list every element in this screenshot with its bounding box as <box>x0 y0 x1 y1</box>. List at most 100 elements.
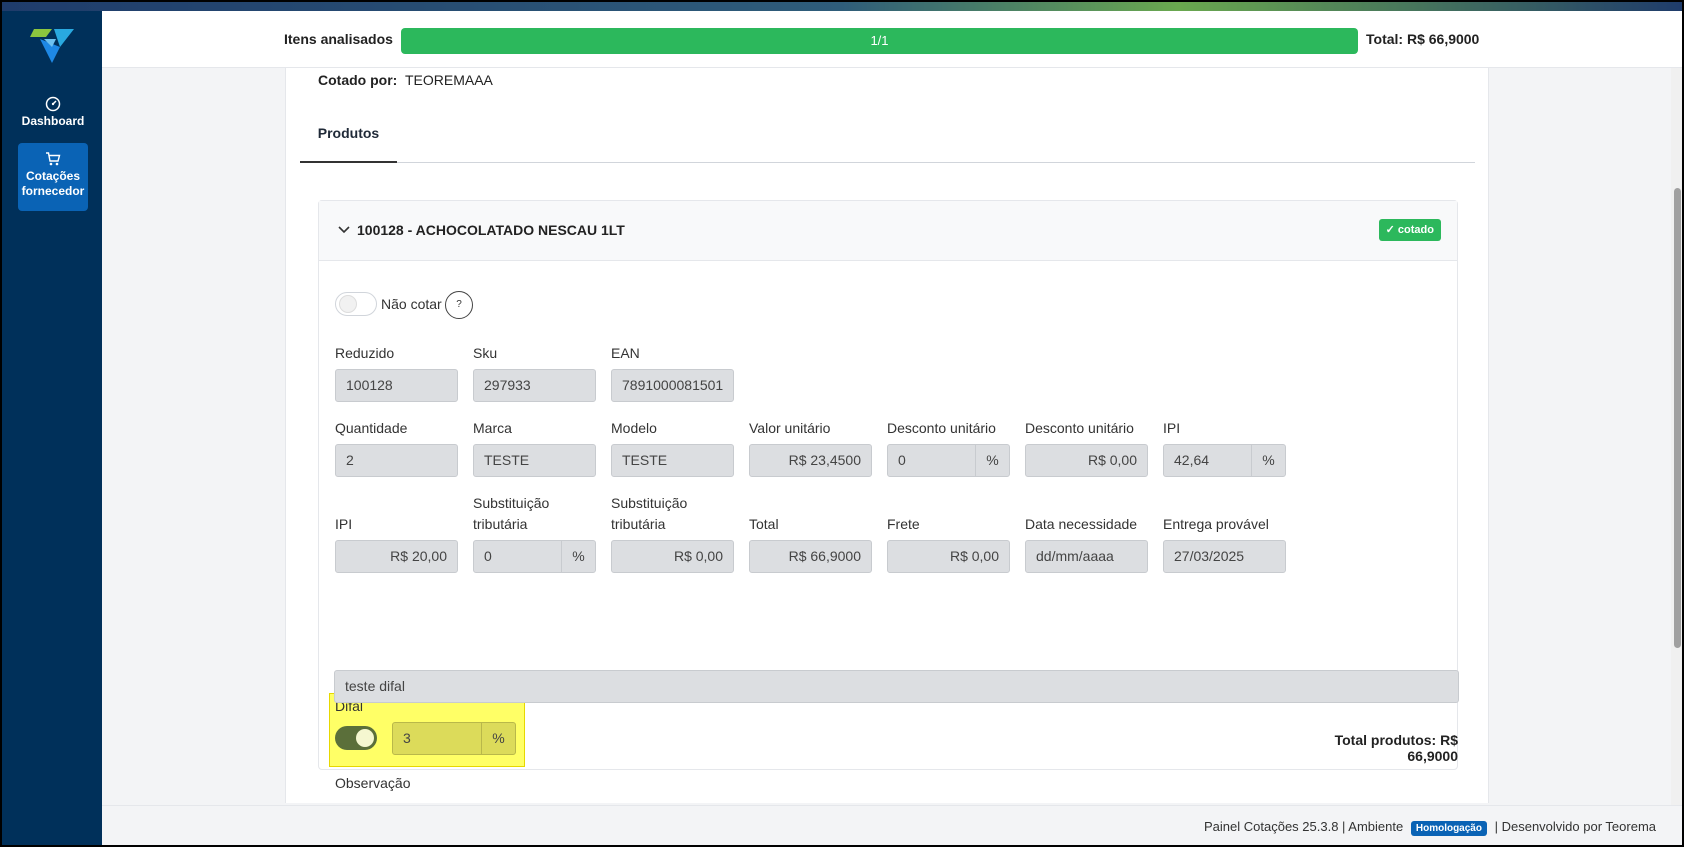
desconto-pct-field: 0 % <box>887 444 1010 477</box>
ipi-pct-value: 42,64 <box>1174 452 1210 468</box>
tabs-bar: Produtos <box>300 118 1475 163</box>
marca-field: TESTE <box>473 444 596 477</box>
header-total: Total: R$ 66,9000 <box>1366 31 1480 47</box>
difal-toggle[interactable] <box>335 726 377 750</box>
help-icon[interactable]: ? <box>445 291 473 319</box>
frete-value: R$ 0,00 <box>949 548 999 564</box>
sidebar-item-dashboard[interactable]: Dashboard <box>18 96 88 136</box>
scrollbar-thumb[interactable] <box>1674 188 1681 648</box>
cart-icon <box>46 152 61 166</box>
percent-suffix: % <box>975 445 1009 476</box>
cotado-por: Cotado por: TEOREMAAA <box>318 72 493 88</box>
cotado-por-value: TEOREMAAA <box>404 72 493 88</box>
percent-suffix: % <box>481 723 515 754</box>
top-accent-strip <box>2 2 1682 11</box>
desconto-valor-label: Desconto unitário <box>1025 420 1134 436</box>
frete-label: Frete <box>887 516 920 532</box>
data-necessidade-field: dd/mm/aaaa <box>1025 540 1148 573</box>
data-necessidade-label: Data necessidade <box>1025 516 1138 532</box>
subst-valor-label-line2: tributária <box>611 516 666 532</box>
product-title: 100128 - ACHOCOLATADO NESCAU 1LT <box>357 222 625 238</box>
modelo-label: Modelo <box>611 420 657 436</box>
progress-bar: 1/1 <box>401 28 1358 54</box>
ipi-valor-value: R$ 20,00 <box>390 548 447 564</box>
sku-value: 297933 <box>484 377 531 393</box>
subst-pct-label-line1: Substituição <box>473 495 550 511</box>
developer-credit: | Desenvolvido por Teorema <box>1494 819 1656 834</box>
modelo-value: TESTE <box>622 452 668 468</box>
entrega-provavel-value: 27/03/2025 <box>1174 548 1245 564</box>
total-field: R$ 66,9000 <box>749 540 872 573</box>
percent-suffix: % <box>561 541 595 572</box>
tab-produtos[interactable]: Produtos <box>300 118 397 163</box>
reduzido-field: 100128 <box>335 369 458 402</box>
valor-unitario-value: R$ 23,4500 <box>788 452 861 468</box>
difal-value: 3 <box>403 730 411 746</box>
toggle-knob <box>339 295 357 313</box>
ipi-pct-field: 42,64 % <box>1163 444 1286 477</box>
reduzido-value: 100128 <box>346 377 393 393</box>
ean-field: 7891000081501 <box>611 369 734 402</box>
status-badge: ✓ cotado <box>1378 219 1441 241</box>
observacao-value: teste difal <box>345 678 405 694</box>
sidebar: Dashboard Cotações fornecedor <box>2 11 102 845</box>
sidebar-item-label: Dashboard <box>21 114 85 128</box>
quantidade-label: Quantidade <box>335 420 408 436</box>
desconto-valor-field: R$ 0,00 <box>1025 444 1148 477</box>
nao-cotar-label: Não cotar <box>381 296 442 312</box>
reduzido-label: Reduzido <box>335 345 395 361</box>
data-necessidade-value: dd/mm/aaaa <box>1036 548 1114 564</box>
app-version: Painel Cotações 25.3.8 | Ambiente <box>1204 819 1404 834</box>
footer-info: Painel Cotações 25.3.8 | Ambiente Homolo… <box>1204 819 1656 836</box>
ean-value: 7891000081501 <box>622 377 724 393</box>
toggle-knob <box>356 729 374 747</box>
app-window: Dashboard Cotações fornecedor Itens anal… <box>0 0 1684 847</box>
sku-label: Sku <box>473 345 498 361</box>
sku-field: 297933 <box>473 369 596 402</box>
subst-valor-label-line1: Substituição <box>611 495 688 511</box>
desconto-valor-value: R$ 0,00 <box>1087 452 1137 468</box>
subst-pct-field: 0 % <box>473 540 596 573</box>
vertical-scrollbar[interactable] <box>1671 68 1682 813</box>
product-card-header[interactable]: 100128 - ACHOCOLATADO NESCAU 1LT ✓ cotad… <box>319 201 1457 261</box>
total-value: R$ 66,9000 <box>788 548 861 564</box>
sidebar-item-label: Cotações fornecedor <box>21 169 85 198</box>
progress-label: Itens analisados <box>284 31 393 47</box>
footer: Painel Cotações 25.3.8 | Ambiente Homolo… <box>102 805 1682 845</box>
marca-value: TESTE <box>484 452 530 468</box>
teorema-logo <box>30 29 74 63</box>
subst-valor-value: R$ 0,00 <box>673 548 723 564</box>
difal-field[interactable]: 3 % <box>392 722 516 755</box>
subst-pct-label-line2: tributária <box>473 516 528 532</box>
ean-label: EAN <box>611 345 640 361</box>
ipi-valor-field: R$ 20,00 <box>335 540 458 573</box>
environment-badge: Homologação <box>1410 821 1487 836</box>
entrega-provavel-label: Entrega provável <box>1163 516 1269 532</box>
marca-label: Marca <box>473 420 512 436</box>
ipi-pct-label: IPI <box>1163 420 1181 436</box>
quantidade-field: 2 <box>335 444 458 477</box>
chevron-down-icon[interactable] <box>337 223 351 237</box>
progress-text: 1/1 <box>870 33 889 48</box>
observacao-label: Observação <box>335 775 411 791</box>
header-bar: Itens analisados 1/1 Total: R$ 66,9000 <box>102 11 1682 68</box>
total-label: Total <box>749 516 779 532</box>
valor-unitario-label: Valor unitário <box>749 420 831 436</box>
sidebar-item-cotacoes[interactable]: Cotações fornecedor <box>18 143 88 211</box>
ipi-valor-label: IPI <box>335 516 353 532</box>
desconto-pct-value: 0 <box>898 452 906 468</box>
observacao-field: teste difal <box>334 670 1459 703</box>
total-produtos: Total produtos: R$ 66,9000 <box>1334 732 1458 764</box>
percent-suffix: % <box>1251 445 1285 476</box>
nao-cotar-toggle[interactable] <box>335 292 377 316</box>
valor-unitario-field: R$ 23,4500 <box>749 444 872 477</box>
desconto-pct-label: Desconto unitário <box>887 420 996 436</box>
gauge-icon <box>45 96 61 112</box>
entrega-provavel-field: 27/03/2025 <box>1163 540 1286 573</box>
quantidade-value: 2 <box>346 452 354 468</box>
frete-field: R$ 0,00 <box>887 540 1010 573</box>
subst-pct-value: 0 <box>484 548 492 564</box>
subst-valor-field: R$ 0,00 <box>611 540 734 573</box>
main-content: Cotado por: TEOREMAAA Produtos 100128 - … <box>285 68 1489 803</box>
difal-highlight: Difal 3 % <box>329 693 525 767</box>
